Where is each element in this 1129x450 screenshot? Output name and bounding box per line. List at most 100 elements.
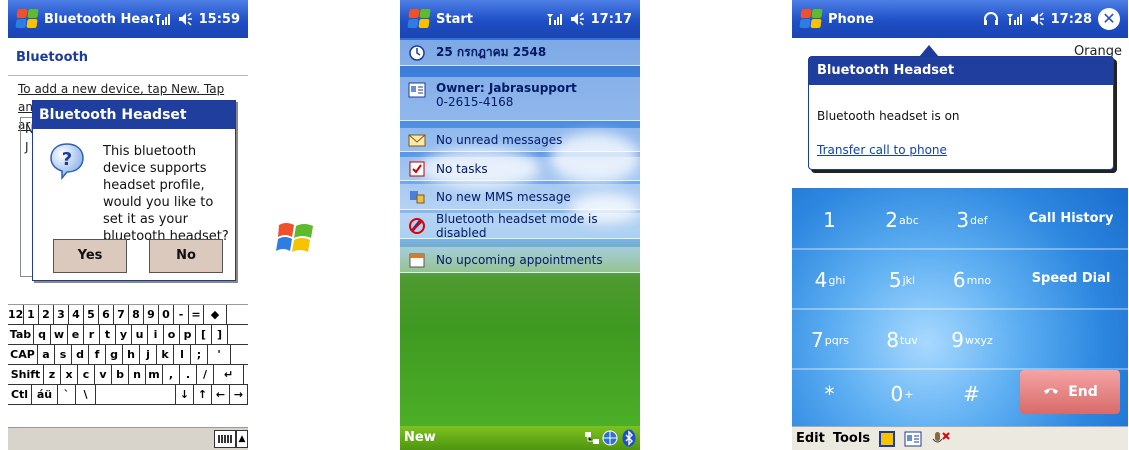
no-button[interactable]: No xyxy=(149,239,223,273)
keyboard-key[interactable]: ↵ xyxy=(214,365,244,385)
keyboard-key[interactable]: ← xyxy=(212,385,230,405)
network-icon[interactable] xyxy=(584,431,600,445)
messages-row[interactable]: No unread messages xyxy=(400,128,640,152)
keyboard-key[interactable]: 9 xyxy=(144,305,159,325)
keyboard-key[interactable]: t xyxy=(100,325,116,345)
keyboard-key[interactable]: ↓ xyxy=(176,385,194,405)
headset-icon[interactable] xyxy=(983,11,999,27)
keyboard-key[interactable]: . xyxy=(180,365,197,385)
volume-icon[interactable] xyxy=(569,11,585,27)
volume-icon[interactable] xyxy=(1029,11,1045,27)
keyboard-key[interactable]: p xyxy=(180,325,196,345)
mute-microphone-icon[interactable] xyxy=(930,430,950,448)
globe-icon[interactable] xyxy=(602,430,618,446)
keyboard-key[interactable]: [ xyxy=(196,325,212,345)
start-menu-icon[interactable] xyxy=(14,6,40,32)
keyboard-key[interactable]: \ xyxy=(76,385,96,405)
keyboard-toggle-icon[interactable] xyxy=(214,430,236,448)
end-call-button[interactable]: End xyxy=(1020,370,1120,414)
space-key[interactable] xyxy=(96,385,176,405)
keyboard-key[interactable]: 4 xyxy=(69,305,84,325)
keyboard-key[interactable]: - xyxy=(174,305,189,325)
notes-icon[interactable] xyxy=(878,430,896,448)
keyboard-key[interactable]: d xyxy=(72,345,89,365)
keyboard-key[interactable]: 123 xyxy=(8,305,24,325)
keyboard-key[interactable]: y xyxy=(116,325,132,345)
close-icon[interactable]: ✕ xyxy=(1098,8,1120,30)
keyboard-key[interactable]: m xyxy=(146,365,163,385)
signal-icon[interactable] xyxy=(153,11,171,27)
keyboard-key[interactable]: ↑ xyxy=(194,385,212,405)
key-6[interactable]: 6 mno xyxy=(940,252,1004,308)
signal-icon[interactable] xyxy=(545,11,563,27)
key-4[interactable]: 4 ghi xyxy=(804,252,856,308)
keyboard-key[interactable]: e xyxy=(68,325,84,345)
keyboard-key[interactable]: v xyxy=(95,365,112,385)
keyboard-key[interactable]: áü xyxy=(32,385,58,405)
mms-row[interactable]: No new MMS message xyxy=(400,184,640,210)
keyboard-key[interactable]: r xyxy=(84,325,100,345)
keyboard-key[interactable]: k xyxy=(157,345,174,365)
tools-menu-button[interactable]: Tools xyxy=(833,431,870,446)
input-menu-arrow-icon[interactable]: ▲ xyxy=(236,430,248,448)
keyboard-key[interactable]: ] xyxy=(212,325,228,345)
keyboard-key[interactable]: = xyxy=(189,305,204,325)
keyboard-key[interactable]: ◆ xyxy=(204,305,227,325)
keyboard-key[interactable]: h xyxy=(123,345,140,365)
clock-time[interactable]: 17:28 xyxy=(1051,12,1092,27)
keyboard-key[interactable]: 0 xyxy=(159,305,174,325)
keyboard-key[interactable]: Shift xyxy=(8,365,44,385)
contact-card-icon[interactable] xyxy=(904,431,922,447)
keyboard-key[interactable]: ` xyxy=(58,385,76,405)
keyboard-key[interactable]: a xyxy=(38,345,55,365)
bluetooth-mode-row[interactable]: Bluetooth headset mode is disabled xyxy=(400,212,640,240)
keyboard-key[interactable]: f xyxy=(89,345,106,365)
key-7[interactable]: 7 pqrs xyxy=(804,312,856,368)
edit-menu-button[interactable]: Edit xyxy=(796,431,825,446)
key-2[interactable]: 2 abc xyxy=(872,192,932,248)
keyboard-key[interactable]: x xyxy=(61,365,78,385)
keyboard-key[interactable]: 5 xyxy=(84,305,99,325)
keyboard-key[interactable]: 6 xyxy=(99,305,114,325)
keyboard-key[interactable]: j xyxy=(140,345,157,365)
keyboard-key[interactable]: CAP xyxy=(8,345,38,365)
keyboard-key[interactable]: l xyxy=(174,345,191,365)
start-menu-icon[interactable] xyxy=(406,6,432,32)
keyboard-key[interactable]: ; xyxy=(191,345,208,365)
keyboard-key[interactable]: 3 xyxy=(54,305,69,325)
keyboard-key[interactable]: i xyxy=(148,325,164,345)
new-menu-button[interactable]: New xyxy=(404,430,436,445)
date-row[interactable]: 25 กรกฎาคม 2548 xyxy=(400,40,640,66)
keyboard-key[interactable]: 7 xyxy=(114,305,129,325)
keyboard-key[interactable]: z xyxy=(44,365,61,385)
tasks-row[interactable]: No tasks xyxy=(400,157,640,181)
transfer-call-link[interactable]: Transfer call to phone xyxy=(817,143,947,157)
keyboard-key[interactable]: u xyxy=(132,325,148,345)
keyboard-key[interactable]: s xyxy=(55,345,72,365)
key-3[interactable]: 3 def xyxy=(940,192,1004,248)
list-item[interactable]: J xyxy=(25,140,29,154)
clock-time[interactable]: 17:17 xyxy=(591,12,632,27)
speed-dial-button[interactable]: Speed Dial xyxy=(1014,271,1128,286)
key-star[interactable]: * xyxy=(804,366,856,422)
key-5[interactable]: 5 jkl xyxy=(872,252,932,308)
keyboard-key[interactable]: 1 xyxy=(24,305,39,325)
appointments-row[interactable]: No upcoming appointments xyxy=(400,247,640,273)
yes-button[interactable]: Yes xyxy=(53,239,127,273)
key-1[interactable]: 1 xyxy=(804,192,856,248)
key-hash[interactable]: # xyxy=(940,366,1004,422)
bluetooth-icon[interactable] xyxy=(622,429,636,447)
keyboard-key[interactable]: → xyxy=(230,385,248,405)
keyboard-key[interactable]: q xyxy=(34,325,51,345)
app-title[interactable]: Start xyxy=(436,12,545,27)
call-history-button[interactable]: Call History xyxy=(1014,211,1128,226)
start-menu-icon[interactable] xyxy=(798,6,824,32)
keyboard-key[interactable]: b xyxy=(112,365,129,385)
keyboard-key[interactable]: 8 xyxy=(129,305,144,325)
keyboard-key[interactable]: c xyxy=(78,365,95,385)
keyboard-key[interactable]: 2 xyxy=(39,305,54,325)
keyboard-key[interactable]: w xyxy=(51,325,68,345)
keyboard-key[interactable]: n xyxy=(129,365,146,385)
keyboard-key[interactable]: Tab xyxy=(8,325,34,345)
keyboard-key[interactable]: Ctl xyxy=(8,385,32,405)
